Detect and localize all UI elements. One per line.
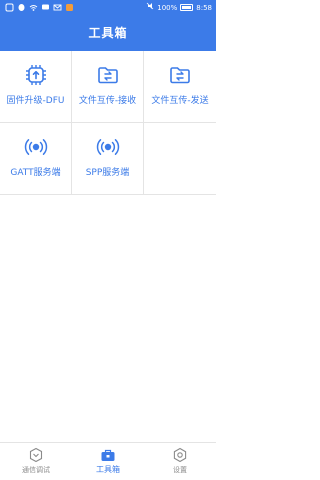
mail-icon	[52, 2, 62, 12]
shield-icon	[28, 447, 44, 463]
message-icon	[40, 2, 50, 12]
tools-grid: 固件升级-DFU 文件互传-接收 文件互传-发送 GATT服务端 SPP服务端	[0, 51, 216, 195]
app-badge-icon	[64, 2, 74, 12]
firmware-chip-icon	[24, 63, 48, 87]
tool-gatt-server[interactable]: GATT服务端	[0, 123, 72, 195]
tool-firmware-dfu[interactable]: 固件升级-DFU	[0, 51, 72, 123]
app-notification-icon	[4, 2, 14, 12]
bottom-tab-bar: 通信调试 工具箱 设置	[0, 442, 216, 480]
tool-label: 文件互传-接收	[78, 96, 137, 106]
tool-file-receive[interactable]: 文件互传-接收	[72, 51, 144, 123]
tools-row: GATT服务端 SPP服务端	[0, 123, 216, 195]
ble-signal-icon	[24, 135, 48, 159]
tab-label: 设置	[173, 466, 187, 474]
tool-label: GATT服务端	[10, 168, 61, 178]
gear-icon	[172, 447, 188, 463]
folder-transfer-icon	[96, 63, 120, 87]
tab-settings[interactable]: 设置	[144, 443, 216, 480]
tab-label: 通信调试	[22, 466, 50, 474]
notification-icons	[4, 2, 74, 12]
spp-signal-icon	[96, 135, 120, 159]
app-header: 工具箱	[0, 15, 216, 51]
page-title: 工具箱	[88, 26, 128, 40]
clock: 8:58	[196, 3, 212, 12]
tool-label: SPP服务端	[85, 168, 130, 178]
tool-label: 固件升级-DFU	[6, 96, 65, 106]
battery-percent: 100%	[157, 3, 178, 12]
tool-file-send[interactable]: 文件互传-发送	[144, 51, 216, 123]
tab-communication-debug[interactable]: 通信调试	[0, 443, 72, 480]
qq-icon	[16, 2, 26, 12]
battery-icon	[180, 4, 194, 11]
status-indicators: 100% 8:58	[146, 2, 212, 13]
tab-toolbox[interactable]: 工具箱	[72, 443, 144, 480]
toolbox-icon	[100, 447, 116, 463]
tool-spp-server[interactable]: SPP服务端	[72, 123, 144, 195]
mute-icon	[146, 2, 154, 13]
tool-label: 文件互传-发送	[151, 96, 209, 106]
tools-row: 固件升级-DFU 文件互传-接收 文件互传-发送	[0, 51, 216, 123]
tab-label: 工具箱	[96, 465, 120, 474]
folder-transfer-icon	[168, 63, 192, 87]
status-bar: 100% 8:58	[0, 0, 216, 15]
wifi-icon	[28, 2, 38, 12]
